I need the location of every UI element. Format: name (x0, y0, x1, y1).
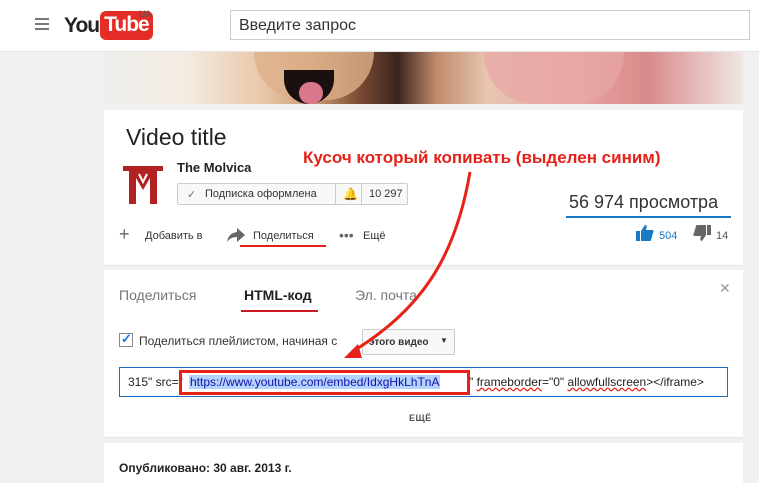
search-input[interactable]: Введите запрос (230, 10, 750, 40)
share-active-underline (240, 245, 326, 247)
add-to-label: Добавить в (145, 230, 203, 242)
menu-icon[interactable] (35, 18, 49, 30)
plus-icon: + (119, 224, 130, 244)
embed-prefix: 315" src=" (128, 375, 183, 389)
checkmark-icon: ✓ (121, 331, 132, 346)
playlist-checkbox-label: Поделиться плейлистом, начиная с (139, 334, 338, 348)
like-icon[interactable] (636, 225, 654, 246)
subscribe-label: Подписка оформлена (205, 188, 317, 200)
share-panel: Поделиться HTML-код Эл. почта ✕ ✓ Подели… (104, 270, 743, 438)
tab-email[interactable]: Эл. почта (355, 287, 417, 303)
dislike-count: 14 (716, 230, 729, 242)
dropdown-value: этого видео (369, 337, 429, 348)
video-info-card: Video title The Molvica ✓ Подписка оформ… (104, 110, 743, 266)
tab-share[interactable]: Поделиться (119, 287, 196, 303)
more-label: Ещё (363, 230, 386, 242)
channel-avatar[interactable] (119, 160, 167, 208)
youtube-logo[interactable]: You Tube UA (64, 9, 153, 41)
like-ratio-bar (566, 216, 731, 218)
video-player-thumbnail[interactable] (104, 52, 743, 104)
tab-embed[interactable]: HTML-код (244, 287, 312, 303)
subscribe-button[interactable]: ✓ Подписка оформлена 🔔 10 297 (177, 183, 408, 205)
bell-icon[interactable]: 🔔 (343, 187, 358, 201)
highlight-box (179, 370, 470, 395)
logo-you: You (64, 14, 100, 37)
share-arrow-icon (227, 226, 245, 247)
subscriber-count: 10 297 (369, 188, 403, 200)
like-count: 504 (659, 230, 678, 242)
tab-active-underline (241, 310, 318, 312)
search-placeholder: Введите запрос (239, 17, 356, 34)
published-date: Опубликовано: 30 авг. 2013 г. (119, 461, 292, 475)
masthead: You Tube UA Введите запрос (0, 0, 759, 52)
logo-region: UA (139, 9, 152, 19)
dislike-icon[interactable] (693, 225, 711, 246)
start-from-dropdown[interactable]: этого видео ▼ (362, 329, 455, 355)
playlist-checkbox[interactable]: ✓ (119, 331, 133, 347)
share-label: Поделиться (253, 230, 314, 242)
close-icon[interactable]: ✕ (719, 280, 731, 297)
embed-suffix: " frameborder="0" allowfullscreen></ifra… (469, 375, 704, 389)
description-card: Опубликовано: 30 авг. 2013 г. (104, 443, 743, 483)
more-dots-icon: ••• (339, 227, 354, 243)
more-options-link[interactable]: ЕЩЁ (409, 413, 432, 423)
video-title: Video title (126, 124, 227, 150)
caret-down-icon: ▼ (440, 336, 448, 345)
annotation-text: Кусоч который копивать (выделен синим) (303, 148, 661, 167)
view-count: 56 974 просмотра (569, 192, 719, 212)
check-icon: ✓ (187, 189, 197, 201)
channel-name[interactable]: The Molvica (177, 160, 251, 175)
